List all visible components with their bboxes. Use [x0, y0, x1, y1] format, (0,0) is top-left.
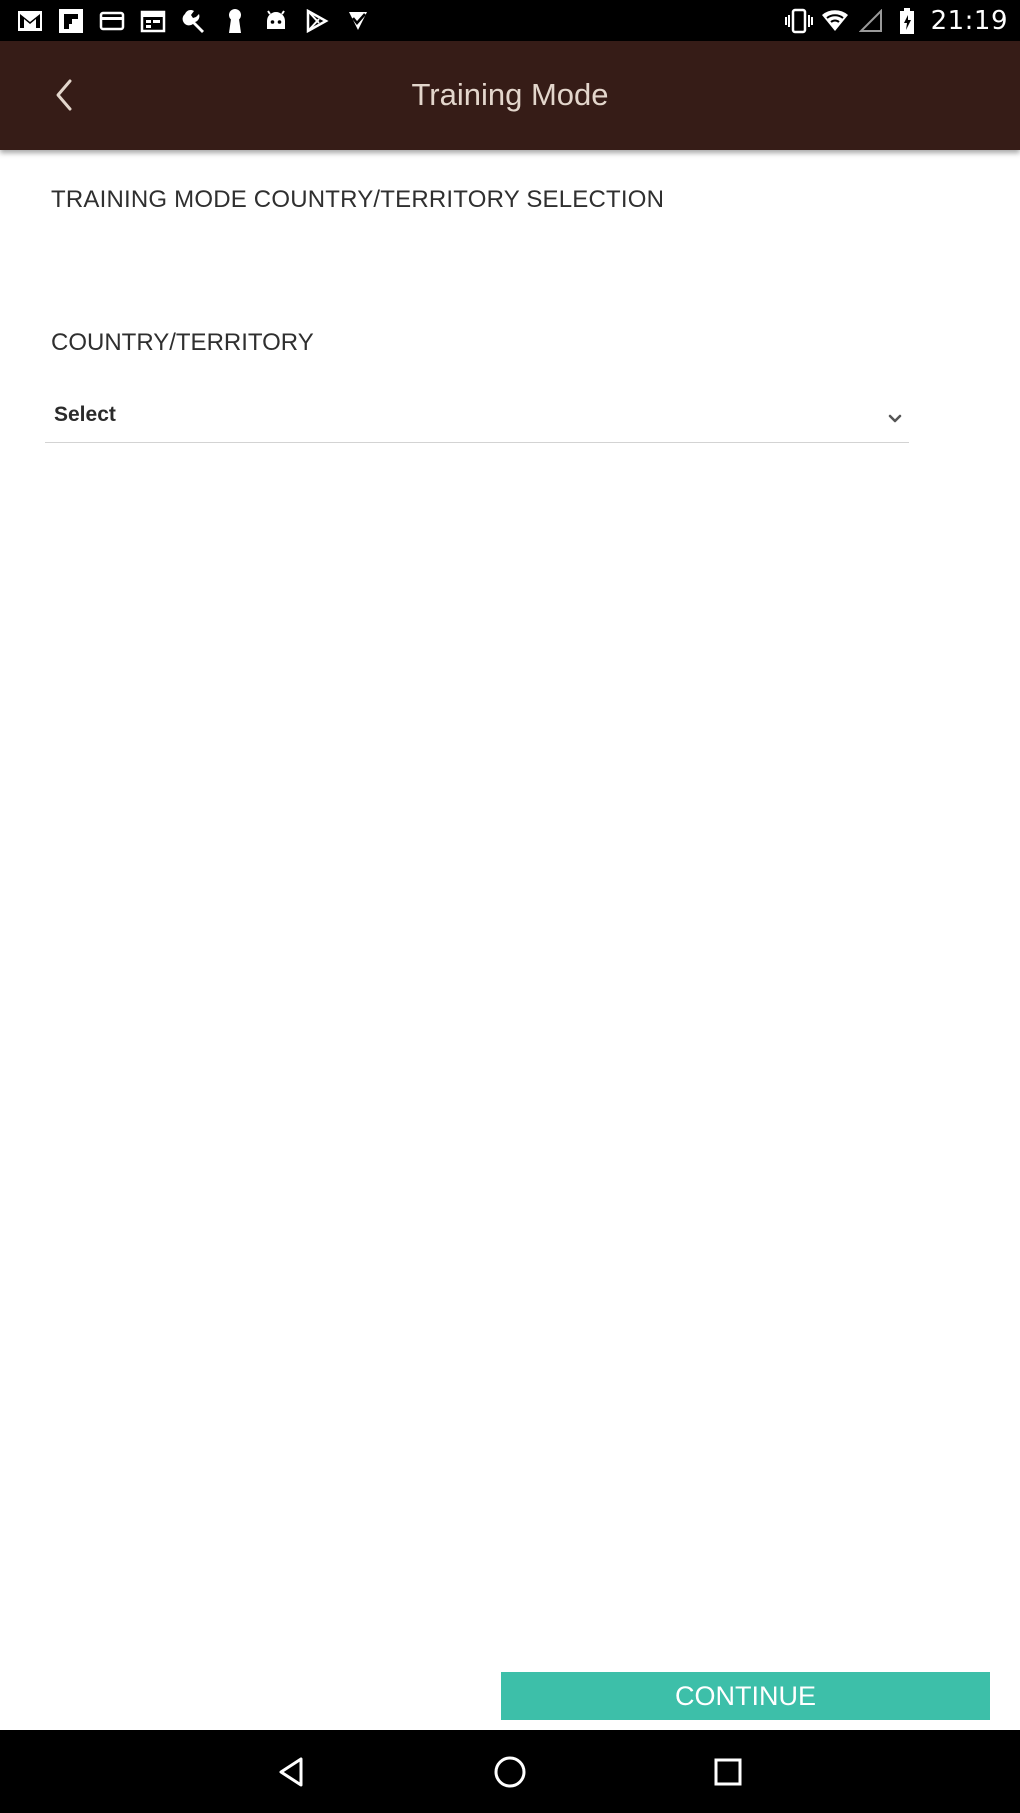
app-bar: Training Mode	[0, 41, 1020, 150]
nav-recents-button[interactable]	[698, 1742, 758, 1802]
battery-icon	[893, 7, 921, 35]
wifi-icon	[821, 7, 849, 35]
gmail-icon	[16, 7, 44, 35]
notification-icons	[16, 6, 385, 36]
checkmark-app-icon	[344, 7, 372, 35]
wrench-icon	[180, 7, 208, 35]
system-status-icons: 21:19	[777, 5, 1008, 37]
navigation-bar	[0, 1730, 1020, 1813]
clock: 21:19	[930, 6, 1008, 36]
chevron-down-icon	[888, 414, 902, 423]
flipboard-icon	[57, 7, 85, 35]
android-icon	[262, 7, 290, 35]
home-circle-icon	[494, 1756, 526, 1788]
section-title: TRAINING MODE COUNTRY/TERRITORY SELECTIO…	[51, 186, 665, 213]
status-bar: 21:19	[0, 0, 1020, 41]
country-field-label: COUNTRY/TERRITORY	[51, 329, 314, 356]
signal-icon	[857, 7, 885, 35]
continue-button[interactable]: CONTINUE	[501, 1672, 990, 1720]
country-select[interactable]: Select	[45, 393, 909, 443]
nav-back-button[interactable]	[262, 1742, 322, 1802]
vibrate-icon	[784, 7, 813, 35]
recents-square-icon	[714, 1758, 742, 1786]
back-button[interactable]	[36, 67, 92, 123]
screen: 21:19 Training Mode TRAINING MODE COUNTR…	[0, 0, 1020, 1813]
country-select-value: Select	[54, 403, 116, 426]
page-title: Training Mode	[411, 77, 609, 112]
calendar-icon	[139, 7, 167, 35]
play-store-icon	[303, 7, 331, 35]
nav-home-button[interactable]	[480, 1742, 540, 1802]
back-triangle-icon	[279, 1757, 303, 1787]
card-icon	[98, 7, 126, 35]
chevron-left-icon	[56, 79, 72, 111]
keyhole-icon	[221, 7, 249, 35]
